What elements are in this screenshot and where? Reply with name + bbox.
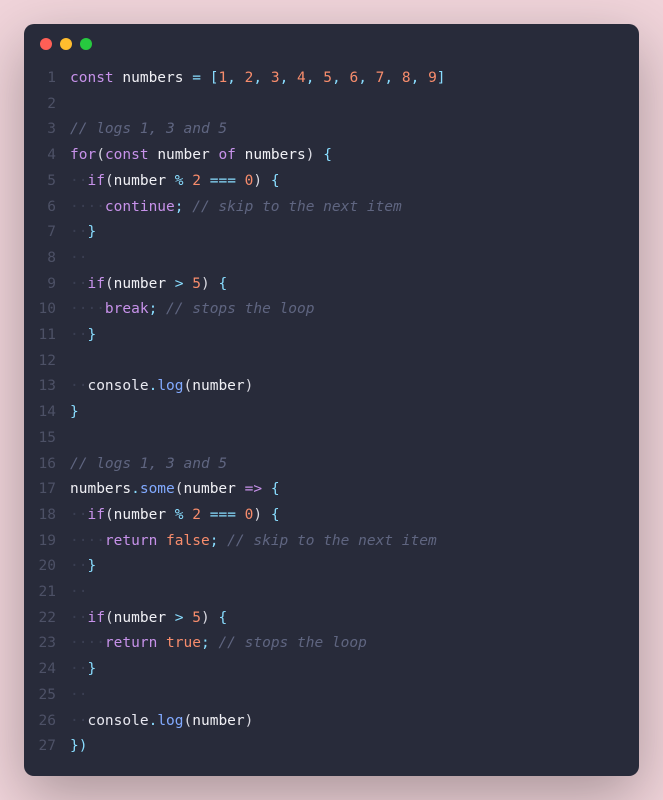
line-number: 6 [34,195,56,221]
code-line: ····continue; // skip to the next item [70,195,446,221]
close-icon[interactable] [40,38,52,50]
minimize-icon[interactable] [60,38,72,50]
code-line: // logs 1, 3 and 5 [70,452,446,478]
line-number: 4 [34,143,56,169]
line-number: 16 [34,452,56,478]
line-number: 7 [34,220,56,246]
line-number: 20 [34,554,56,580]
line-number: 12 [34,349,56,375]
code-line: ··console.log(number) [70,709,446,735]
line-number: 19 [34,529,56,555]
line-number: 15 [34,426,56,452]
code-line: }) [70,734,446,760]
line-number: 11 [34,323,56,349]
code-line: ··} [70,554,446,580]
code-line: ·· [70,246,446,272]
code-line: numbers.some(number => { [70,477,446,503]
line-number: 25 [34,683,56,709]
line-number: 10 [34,297,56,323]
code-line: } [70,400,446,426]
line-number: 9 [34,272,56,298]
code-line [70,426,446,452]
code-line: // logs 1, 3 and 5 [70,117,446,143]
code-line: ····return true; // stops the loop [70,631,446,657]
code-line [70,349,446,375]
code-line: ··if(number % 2 === 0) { [70,169,446,195]
line-number: 26 [34,709,56,735]
line-number: 17 [34,477,56,503]
line-number: 27 [34,734,56,760]
code-line: ····break; // stops the loop [70,297,446,323]
code-line: const numbers = [1, 2, 3, 4, 5, 6, 7, 8,… [70,66,446,92]
code-line: ····return false; // skip to the next it… [70,529,446,555]
code-line: ··if(number % 2 === 0) { [70,503,446,529]
code-line: ·· [70,683,446,709]
code-line: ··console.log(number) [70,374,446,400]
line-number: 22 [34,606,56,632]
code-line: for(const number of numbers) { [70,143,446,169]
editor-window: 1234567891011121314151617181920212223242… [24,24,639,776]
code-line: ·· [70,580,446,606]
line-number: 3 [34,117,56,143]
line-number: 23 [34,631,56,657]
code-line: ··if(number > 5) { [70,272,446,298]
code-line: ··} [70,220,446,246]
line-number: 14 [34,400,56,426]
code-line [70,92,446,118]
line-number: 18 [34,503,56,529]
code-line: ··} [70,657,446,683]
line-number: 13 [34,374,56,400]
line-number: 2 [34,92,56,118]
code-area[interactable]: 1234567891011121314151617181920212223242… [24,58,639,776]
line-number: 8 [34,246,56,272]
titlebar [24,24,639,58]
line-number: 21 [34,580,56,606]
code-line: ··} [70,323,446,349]
line-number: 5 [34,169,56,195]
line-number-gutter: 1234567891011121314151617181920212223242… [24,66,70,760]
line-number: 24 [34,657,56,683]
maximize-icon[interactable] [80,38,92,50]
line-number: 1 [34,66,56,92]
code-line: ··if(number > 5) { [70,606,446,632]
code-content[interactable]: const numbers = [1, 2, 3, 4, 5, 6, 7, 8,… [70,66,446,760]
